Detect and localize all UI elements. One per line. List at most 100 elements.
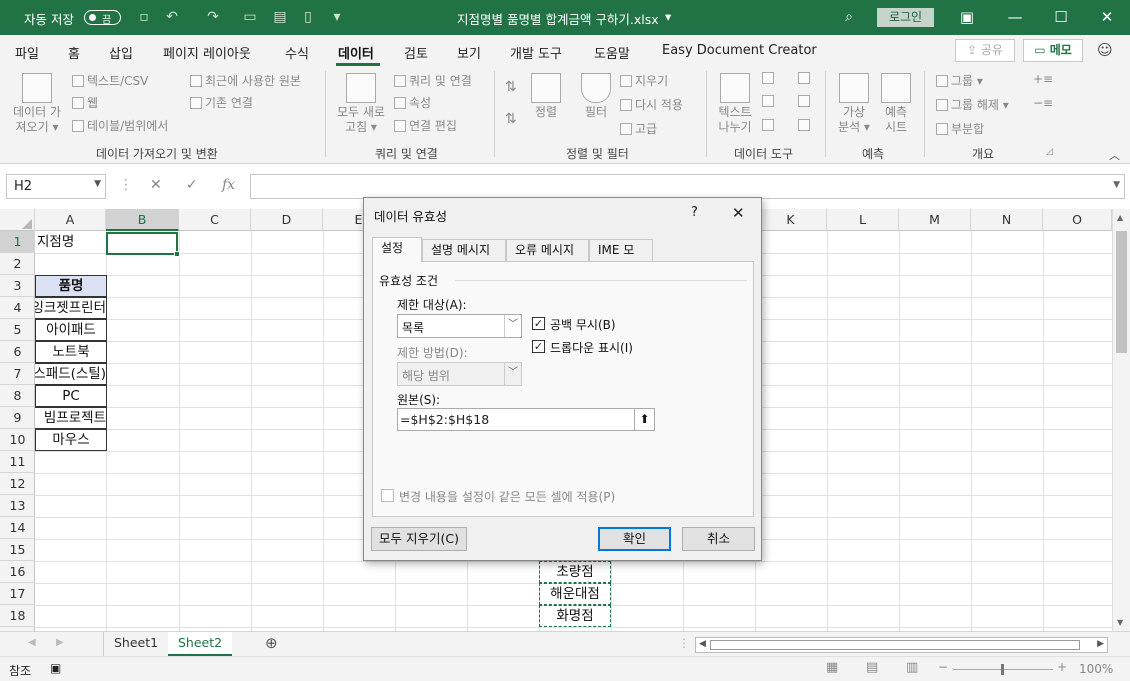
row-header-17[interactable]: 17 xyxy=(0,583,35,605)
cell-a5[interactable]: 아이패드 xyxy=(35,319,107,341)
zoom-level[interactable]: 100% xyxy=(1079,662,1113,676)
sort-az-icon[interactable]: ⇅ xyxy=(505,79,517,95)
menu-insert[interactable]: 삽입 xyxy=(109,43,133,62)
cell-h17[interactable]: 해운대점 xyxy=(539,583,611,605)
ok-button[interactable]: 확인 xyxy=(598,527,671,551)
zoom-out-button[interactable]: − xyxy=(938,660,948,674)
zoom-slider[interactable] xyxy=(953,664,1053,675)
formula-input[interactable]: ▼ xyxy=(250,174,1125,199)
collapse-dialog-icon[interactable]: ⬆ xyxy=(634,409,654,430)
cell-a10[interactable]: 마우스 xyxy=(35,429,107,451)
row-header-12[interactable]: 12 xyxy=(0,473,35,495)
relationships-icon[interactable] xyxy=(798,95,810,107)
expand-formula-icon[interactable]: ▼ xyxy=(1113,180,1120,190)
hide-detail-icon[interactable]: −≡ xyxy=(1033,96,1053,110)
cell-a1[interactable]: 지점명 xyxy=(37,232,74,254)
menu-data[interactable]: 데이터 xyxy=(338,43,374,62)
from-web[interactable]: 웹 xyxy=(72,94,98,111)
prev-sheet-icon[interactable]: ◀ xyxy=(28,637,36,648)
horizontal-scroll-thumb[interactable] xyxy=(710,640,1080,650)
macro-record-icon[interactable]: ▣ xyxy=(50,661,61,675)
feedback-smiley-icon[interactable]: ☺ xyxy=(1097,41,1113,59)
row-header-11[interactable]: 11 xyxy=(0,451,35,473)
cell-a4[interactable]: 잉크젯프린터 xyxy=(35,297,107,319)
enter-icon[interactable]: ✓ xyxy=(186,177,198,193)
menu-page-layout[interactable]: 페이지 레이아웃 xyxy=(163,43,251,62)
tab-input-message[interactable]: 설명 메시지 xyxy=(422,239,506,261)
ignore-blank-checkbox[interactable]: ✓ xyxy=(532,317,545,330)
share-button[interactable]: ⇪ 공유 xyxy=(955,39,1015,62)
zoom-in-button[interactable]: + xyxy=(1057,660,1067,674)
normal-view-icon[interactable]: ▦ xyxy=(826,660,838,675)
group-button[interactable]: 그룹 ▾ xyxy=(936,72,983,89)
data-model-icon[interactable] xyxy=(798,119,810,131)
page-icon[interactable]: ▯ xyxy=(299,8,317,26)
menu-home[interactable]: 홈 xyxy=(68,43,80,62)
insert-function-icon[interactable]: fx xyxy=(222,177,235,193)
maximize-icon[interactable]: ☐ xyxy=(1049,6,1073,28)
advanced-filter[interactable]: 고급 xyxy=(620,120,657,137)
new-file-icon[interactable]: ▭ xyxy=(241,8,259,26)
scroll-down-icon[interactable]: ▼ xyxy=(1117,618,1123,627)
autosave-toggle[interactable]: 끔 xyxy=(84,10,121,26)
allow-select[interactable]: 목록 ﹀ xyxy=(397,314,522,338)
ungroup-button[interactable]: 그룹 해제 ▾ xyxy=(936,96,1009,113)
queries-connections[interactable]: 쿼리 및 연결 xyxy=(394,72,472,89)
tab-splitter-icon[interactable]: ⋮ xyxy=(678,636,690,650)
search-icon[interactable]: ⌕ xyxy=(840,8,858,26)
column-header-m[interactable]: M xyxy=(899,209,971,231)
column-header-b[interactable]: B xyxy=(106,209,179,231)
in-cell-dropdown-checkbox[interactable]: ✓ xyxy=(532,340,545,353)
form-icon[interactable]: ▤ xyxy=(271,8,289,26)
customize-toolbar-icon[interactable]: ▾ xyxy=(328,8,346,26)
help-button[interactable]: ? xyxy=(691,205,698,220)
dialog-close-button[interactable]: ✕ xyxy=(732,204,745,222)
cell-a3-header[interactable]: 품명 xyxy=(35,275,107,297)
cell-a9[interactable]: 빔프로젝트 xyxy=(35,407,107,429)
column-header-o[interactable]: O xyxy=(1043,209,1112,231)
row-header-1[interactable]: 1 xyxy=(0,231,35,253)
cancel-button[interactable]: 취소 xyxy=(682,527,755,551)
row-header-6[interactable]: 6 xyxy=(0,341,35,363)
cancel-icon[interactable]: ✕ xyxy=(150,177,162,193)
column-header-l[interactable]: L xyxy=(827,209,899,231)
add-sheet-icon[interactable]: ⊕ xyxy=(265,634,278,652)
subtotal-button[interactable]: 부분합 xyxy=(936,120,984,137)
filter-button[interactable]: 필터 xyxy=(580,73,612,120)
row-header-16[interactable]: 16 xyxy=(0,561,35,583)
ribbon-display-icon[interactable]: ▣ xyxy=(955,6,979,28)
collapse-ribbon-icon[interactable]: ︿ xyxy=(1109,147,1120,163)
row-header-4[interactable]: 4 xyxy=(0,297,35,319)
next-sheet-icon[interactable]: ▶ xyxy=(56,637,64,648)
row-header-18[interactable]: 18 xyxy=(0,605,35,627)
redo-icon[interactable]: ↷ xyxy=(204,8,222,26)
row-header-3[interactable]: 3 xyxy=(0,275,35,297)
page-layout-view-icon[interactable]: ▤ xyxy=(866,660,878,675)
cell-h18[interactable]: 화명점 xyxy=(539,605,611,627)
existing-connections[interactable]: 기존 연결 xyxy=(190,94,253,111)
undo-icon[interactable]: ↶ xyxy=(163,8,181,26)
row-header-15[interactable]: 15 xyxy=(0,539,35,561)
row-header-14[interactable]: 14 xyxy=(0,517,35,539)
sort-za-icon[interactable]: ⇅ xyxy=(505,111,517,127)
row-header-10[interactable]: 10 xyxy=(0,429,35,451)
reapply-filter[interactable]: 다시 적용 xyxy=(620,96,683,113)
data-validation-icon[interactable] xyxy=(762,119,774,131)
zoom-slider-thumb[interactable] xyxy=(1001,664,1004,675)
row-header-13[interactable]: 13 xyxy=(0,495,35,517)
page-break-view-icon[interactable]: ▥ xyxy=(906,660,918,675)
sheet-tab-sheet1[interactable]: Sheet1 xyxy=(103,632,170,656)
clear-filter[interactable]: 지우기 xyxy=(620,72,668,89)
column-header-a[interactable]: A xyxy=(35,209,106,231)
text-to-columns-button[interactable]: 텍스트 나누기 xyxy=(712,73,758,135)
get-data-button[interactable]: 데이터 가 져오기 ▾ xyxy=(6,73,68,135)
clear-all-button[interactable]: 모두 지우기(C) xyxy=(371,527,467,551)
data-select[interactable]: 해당 범위 ﹀ xyxy=(397,362,522,386)
menu-view[interactable]: 보기 xyxy=(457,43,481,62)
refresh-all-button[interactable]: 모두 새로 고침 ▾ xyxy=(332,73,390,135)
select-all-corner[interactable] xyxy=(0,209,35,231)
dialog-launcher-icon[interactable]: ◿ xyxy=(1046,147,1053,157)
row-header-2[interactable]: 2 xyxy=(0,253,35,275)
horizontal-scrollbar[interactable]: ◀ ▶ xyxy=(695,637,1108,653)
scroll-up-icon[interactable]: ▲ xyxy=(1117,213,1123,222)
